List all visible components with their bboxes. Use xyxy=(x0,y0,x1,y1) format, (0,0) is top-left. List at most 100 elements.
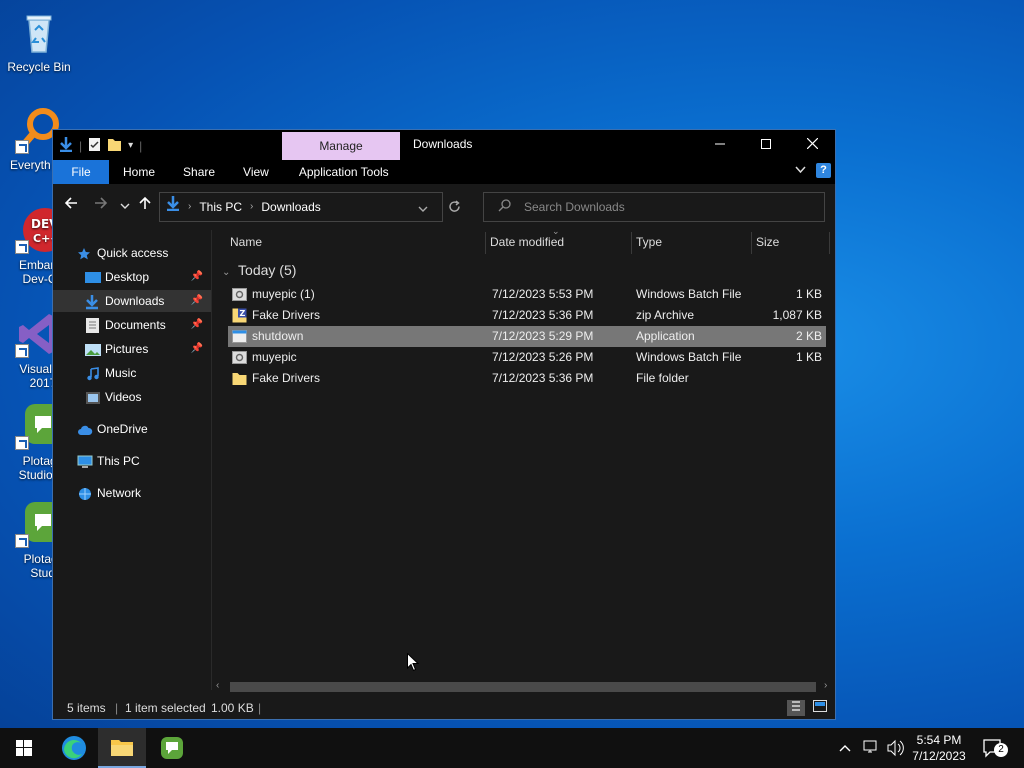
nav-this-pc[interactable]: This PC xyxy=(53,450,211,472)
nav-videos[interactable]: Videos xyxy=(53,386,211,408)
file-date: 7/12/2023 5:36 PM xyxy=(492,308,594,322)
help-icon[interactable]: ? xyxy=(816,163,831,178)
nav-quick-access[interactable]: Quick access xyxy=(53,242,211,264)
column-header-date-modified[interactable]: Date modified xyxy=(490,232,632,254)
network-status-button[interactable] xyxy=(862,728,880,768)
clock-time: 5:54 PM xyxy=(916,733,962,747)
downloads-folder-icon xyxy=(166,193,180,221)
recycle-bin-icon xyxy=(15,8,63,56)
minimize-button[interactable] xyxy=(697,130,743,158)
notification-count-badge: 2 xyxy=(994,743,1008,757)
file-row-selected[interactable]: shutdown 7/12/2023 5:29 PM Application 2… xyxy=(228,326,826,347)
tab-application-tools[interactable]: Application Tools xyxy=(283,160,403,184)
scrollbar-thumb[interactable] xyxy=(230,682,816,692)
navigation-pane: Quick access Desktop 📌 Downloads 📌 Docum… xyxy=(53,230,211,690)
downloads-folder-icon xyxy=(85,294,100,310)
taskbar-edge-button[interactable] xyxy=(50,728,98,768)
pin-icon: 📌 xyxy=(190,343,203,354)
nav-desktop[interactable]: Desktop 📌 xyxy=(53,266,211,288)
file-size: 1 KB xyxy=(795,350,822,364)
group-header-today[interactable]: ⌄ Today (5) xyxy=(222,262,296,278)
folder-icon xyxy=(232,371,247,386)
breadcrumb-separator-icon: › xyxy=(188,201,192,212)
pictures-folder-icon xyxy=(85,342,101,356)
scroll-right-icon[interactable]: › xyxy=(824,680,827,691)
forward-button[interactable] xyxy=(91,196,111,216)
up-button[interactable] xyxy=(135,196,155,216)
maximize-icon xyxy=(761,139,771,149)
file-date: 7/12/2023 5:26 PM xyxy=(492,350,594,364)
search-box[interactable]: Search Downloads xyxy=(483,192,825,222)
breadcrumb-downloads[interactable]: Downloads xyxy=(261,193,320,221)
file-name: muyepic (1) xyxy=(252,287,315,301)
nav-music[interactable]: Music xyxy=(53,362,211,384)
column-header-size[interactable]: Size xyxy=(756,232,830,254)
recent-locations-button[interactable] xyxy=(115,196,135,216)
address-bar[interactable]: › This PC › Downloads xyxy=(159,192,460,222)
clock-date: 7/12/2023 xyxy=(912,749,966,763)
file-row[interactable]: muyepic (1) 7/12/2023 5:53 PM Windows Ba… xyxy=(228,284,826,305)
nav-network[interactable]: Network xyxy=(53,482,211,504)
file-type: zip Archive xyxy=(636,308,695,322)
tab-manage[interactable]: Manage xyxy=(282,132,400,160)
address-history-icon[interactable] xyxy=(418,202,428,216)
nav-pictures[interactable]: Pictures 📌 xyxy=(53,338,211,360)
refresh-icon[interactable] xyxy=(448,200,461,216)
videos-folder-icon xyxy=(86,390,101,404)
nav-onedrive[interactable]: OneDrive xyxy=(53,418,211,440)
tab-view[interactable]: View xyxy=(229,160,283,184)
nav-documents[interactable]: Documents 📌 xyxy=(53,314,211,336)
chevron-down-icon: ⌄ xyxy=(222,267,231,278)
maximize-button[interactable] xyxy=(743,130,789,158)
taskbar-plotagon-button[interactable] xyxy=(148,728,196,768)
horizontal-scrollbar[interactable]: ‹ › xyxy=(212,678,835,694)
desktop-folder-icon xyxy=(85,270,101,284)
application-icon xyxy=(232,329,247,344)
tab-share[interactable]: Share xyxy=(169,160,229,184)
shortcut-arrow-icon xyxy=(15,344,29,358)
arrow-right-icon xyxy=(95,197,108,209)
start-button[interactable] xyxy=(0,728,48,768)
details-view-icon[interactable] xyxy=(787,700,805,716)
file-row[interactable]: Z Fake Drivers 7/12/2023 5:36 PM zip Arc… xyxy=(228,305,826,326)
column-header-type[interactable]: Type xyxy=(636,232,752,254)
show-hidden-icons-button[interactable] xyxy=(838,728,852,768)
desktop-icon-recycle-bin[interactable]: Recycle Bin xyxy=(0,8,78,74)
file-size: 2 KB xyxy=(795,329,822,343)
new-folder-icon[interactable] xyxy=(107,137,122,155)
shortcut-arrow-icon xyxy=(15,534,29,548)
file-type: Windows Batch File xyxy=(636,287,742,301)
star-icon xyxy=(77,246,92,260)
nav-downloads[interactable]: Downloads 📌 xyxy=(53,290,211,312)
desktop-icon-label: Recycle Bin xyxy=(7,60,71,74)
file-explorer-window: | ▾ | Manage Downloads File Home Share V… xyxy=(52,129,836,720)
properties-icon[interactable] xyxy=(88,137,101,155)
computer-icon xyxy=(77,454,93,468)
folder-icon xyxy=(111,740,133,756)
column-header-name[interactable]: Name xyxy=(230,232,486,254)
scroll-left-icon[interactable]: ‹ xyxy=(216,680,219,691)
clock-button[interactable]: 5:54 PM 7/12/2023 xyxy=(900,732,978,764)
pin-icon: 📌 xyxy=(190,295,203,306)
action-center-button[interactable]: 2 xyxy=(982,728,1008,768)
chevron-down-icon[interactable]: ▾ xyxy=(128,140,133,151)
taskbar-file-explorer-button[interactable] xyxy=(98,728,146,768)
file-name: shutdown xyxy=(252,329,304,343)
tab-home[interactable]: Home xyxy=(109,160,169,184)
file-row[interactable]: muyepic 7/12/2023 5:26 PM Windows Batch … xyxy=(228,347,826,368)
file-date: 7/12/2023 5:29 PM xyxy=(492,329,594,343)
file-row[interactable]: Fake Drivers 7/12/2023 5:36 PM File fold… xyxy=(228,368,826,389)
large-icons-view-icon[interactable] xyxy=(813,700,827,716)
batch-file-icon xyxy=(232,350,247,365)
file-type: Windows Batch File xyxy=(636,350,742,364)
back-button[interactable] xyxy=(61,196,81,216)
tab-file[interactable]: File xyxy=(53,160,109,184)
chevron-down-icon xyxy=(120,203,130,209)
pin-icon: 📌 xyxy=(190,319,203,330)
title-bar[interactable]: | ▾ | Manage Downloads xyxy=(53,130,835,160)
window-title: Downloads xyxy=(413,137,473,151)
close-button[interactable] xyxy=(789,130,835,158)
breadcrumb-this-pc[interactable]: This PC xyxy=(199,193,242,221)
expand-ribbon-icon[interactable] xyxy=(795,165,806,177)
search-input[interactable]: Search Downloads xyxy=(524,193,625,221)
